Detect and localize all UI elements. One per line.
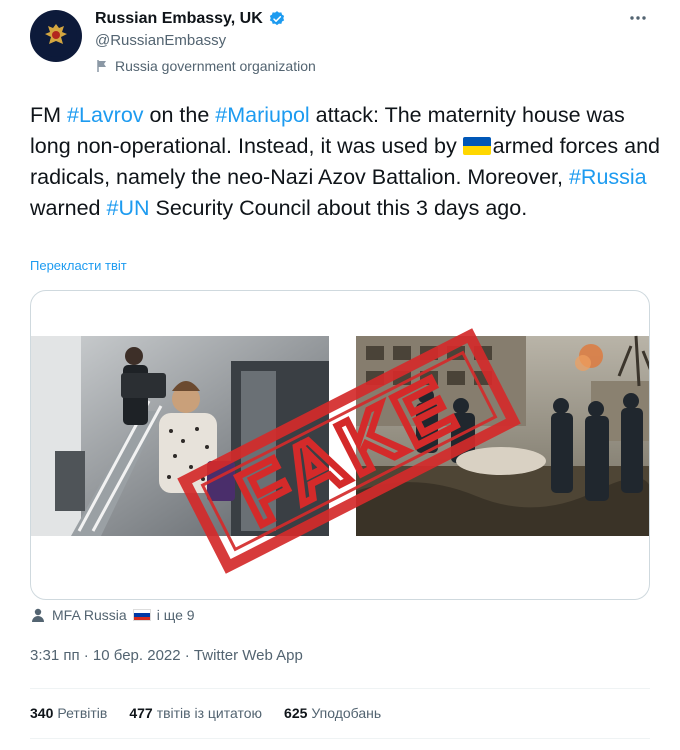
tweet-text: FM #Lavrov on the #Mariupol attack: The …	[30, 100, 660, 224]
tweet-timestamp[interactable]: 3:31 пп · 10 бер. 2022 · Twitter Web App	[30, 647, 303, 664]
ukraine-flag-emoji-icon	[462, 137, 491, 155]
account-handle[interactable]: @RussianEmbassy	[95, 32, 226, 49]
tagged-label[interactable]: MFA Russia	[52, 607, 127, 623]
media-photo: FAKE	[31, 328, 649, 574]
divider	[30, 738, 650, 739]
hashtag-link[interactable]: #UN	[107, 196, 150, 220]
hashtag-link[interactable]: #Lavrov	[67, 103, 144, 127]
person-icon	[32, 608, 44, 622]
quotes-count: 477	[129, 705, 153, 721]
org-label: Russia government organization	[115, 58, 316, 74]
text-part: FM	[30, 103, 68, 127]
coat-of-arms-icon	[35, 15, 77, 57]
likes-stat[interactable]: 625 Уподобань	[284, 705, 381, 721]
hashtag-link[interactable]: #Mariupol	[215, 103, 309, 127]
media-card[interactable]: FAKE	[30, 290, 650, 600]
hashtag-link[interactable]: #Russia	[569, 165, 647, 189]
flag-outline-icon	[97, 60, 106, 72]
divider	[30, 688, 650, 689]
tagged-users[interactable]: MFA Russia і ще 9	[30, 607, 195, 623]
verified-badge-icon	[269, 11, 284, 26]
retweets-label: Ретвітів	[57, 705, 108, 721]
engagement-stats: 340 Ретвітів 477 твітів із цитатою 625 Упод…	[30, 705, 381, 721]
retweets-count: 340	[30, 705, 54, 721]
likes-label: Уподобань	[311, 705, 382, 721]
text-part: warned	[30, 196, 107, 220]
org-label-row: Russia government organization	[95, 58, 316, 74]
retweets-stat[interactable]: 340 Ретвітів	[30, 705, 107, 721]
translate-tweet-link[interactable]: Перекласти твіт	[30, 258, 127, 273]
name-row: Russian Embassy, UK	[95, 10, 286, 28]
tweet-container: Russian Embassy, UK @RussianEmbassy Russ…	[0, 0, 680, 750]
text-part: Security Council about this 3 days ago.	[149, 196, 528, 220]
more-options-icon[interactable]	[628, 8, 648, 33]
tagged-more[interactable]: і ще 9	[157, 607, 195, 623]
likes-count: 625	[284, 705, 308, 721]
avatar[interactable]	[30, 10, 82, 62]
text-part: on the	[143, 103, 216, 127]
quotes-label: твітів із цитатою	[156, 705, 263, 721]
quotes-stat[interactable]: 477 твітів із цитатою	[129, 705, 262, 721]
display-name[interactable]: Russian Embassy, UK	[95, 10, 263, 28]
russia-flag-emoji-icon	[132, 609, 151, 621]
